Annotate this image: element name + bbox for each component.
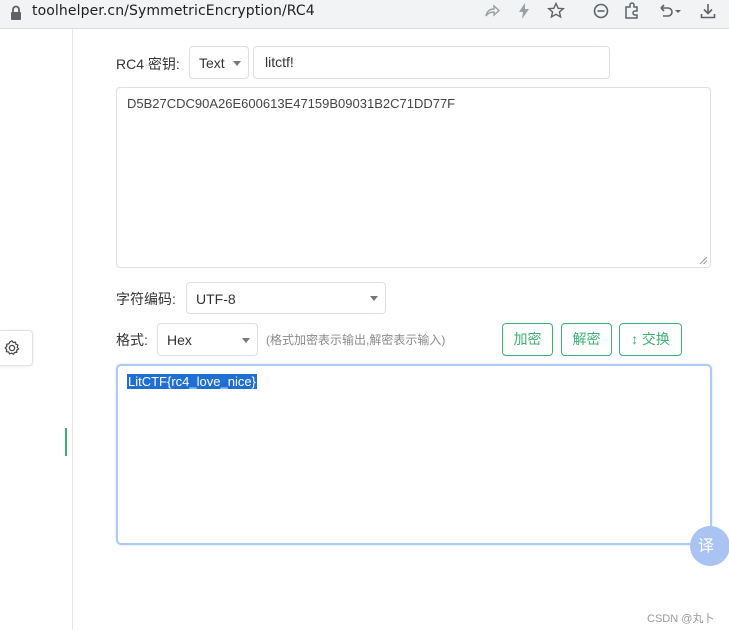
gear-icon bbox=[4, 340, 20, 355]
key-input-value: litctf! bbox=[265, 54, 294, 70]
key-type-value: Text bbox=[199, 55, 225, 71]
watermark: CSDN @丸卜 bbox=[647, 613, 715, 625]
lock-icon[interactable] bbox=[9, 4, 23, 22]
output-text: LitCTF{rc4_love_nice} bbox=[127, 374, 257, 389]
format-select[interactable]: Hex bbox=[157, 323, 258, 356]
chevron-down-icon bbox=[242, 337, 250, 343]
address-bar[interactable]: toolhelper.cn/SymmetricEncryption/RC4 bbox=[0, 0, 729, 29]
sidebar-divider bbox=[72, 29, 73, 630]
format-value: Hex bbox=[167, 332, 192, 348]
url-text[interactable]: toolhelper.cn/SymmetricEncryption/RC4 bbox=[32, 3, 315, 19]
encoding-select[interactable]: UTF-8 bbox=[186, 282, 386, 314]
download-icon[interactable] bbox=[698, 1, 718, 21]
settings-button[interactable] bbox=[0, 330, 33, 366]
output-textarea[interactable]: LitCTF{rc4_love_nice} bbox=[116, 364, 712, 545]
encrypt-button[interactable]: 加密 bbox=[502, 323, 553, 356]
translate-button[interactable]: 译 bbox=[690, 526, 729, 566]
input-text: D5B27CDC90A26E600613E47159B09031B2C71DD7… bbox=[127, 96, 456, 111]
key-input[interactable]: litctf! bbox=[253, 46, 610, 79]
encoding-value: UTF-8 bbox=[196, 291, 236, 307]
key-label: RC4 密钥: bbox=[116, 56, 180, 72]
share-icon[interactable] bbox=[482, 1, 502, 21]
swap-button[interactable]: ↕ 交换 bbox=[619, 323, 682, 356]
lightning-icon[interactable] bbox=[514, 1, 534, 21]
chevron-down-icon bbox=[233, 60, 241, 66]
key-type-select[interactable]: Text bbox=[189, 46, 249, 79]
input-textarea[interactable]: D5B27CDC90A26E600613E47159B09031B2C71DD7… bbox=[116, 87, 711, 268]
star-icon[interactable] bbox=[546, 1, 566, 21]
minus-circle-icon[interactable] bbox=[591, 1, 611, 21]
undo-dropdown-icon[interactable] bbox=[656, 1, 684, 21]
extension-icon[interactable] bbox=[622, 1, 642, 21]
scroll-marker bbox=[65, 428, 67, 456]
resize-grip-icon[interactable] bbox=[699, 256, 708, 265]
format-hint: (格式加密表示输出,解密表示输入) bbox=[266, 333, 446, 347]
format-label: 格式: bbox=[116, 332, 148, 348]
decrypt-button[interactable]: 解密 bbox=[561, 323, 612, 356]
chevron-down-icon bbox=[370, 296, 378, 301]
encoding-label: 字符编码: bbox=[116, 291, 176, 307]
